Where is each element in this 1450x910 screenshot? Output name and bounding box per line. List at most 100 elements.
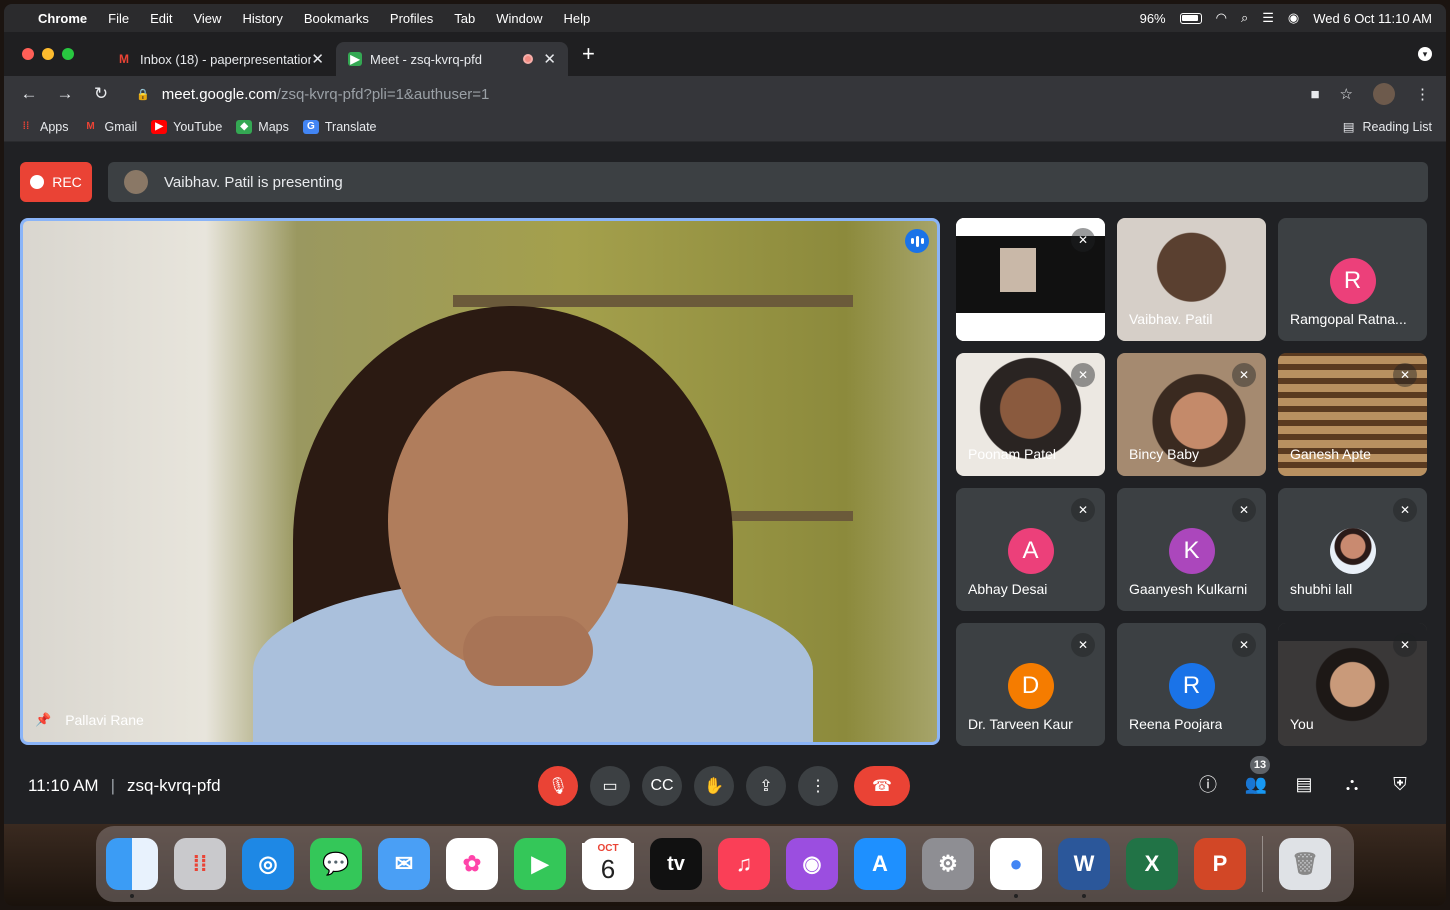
menu-window[interactable]: Window [496, 11, 542, 26]
address-bar-row: ← → ↻ 🔒 meet.google.com /zsq-kvrq-pfd?pl… [4, 76, 1446, 112]
host-controls-icon[interactable]: ⛨ [1388, 772, 1412, 796]
apps-grid-icon: ⁞⁞ [22, 121, 30, 132]
side-panel-controls: ⓘ 👥 13 ▤ ⛬ ⛨ [1196, 756, 1412, 796]
menu-history[interactable]: History [242, 11, 282, 26]
excel-icon[interactable]: X [1126, 838, 1178, 890]
photos-icon[interactable]: ✿ [446, 838, 498, 890]
powerpoint-icon[interactable]: P [1194, 838, 1246, 890]
participant-tile[interactable]: ✕ K Gaanyesh Kulkarni [1117, 488, 1266, 611]
siri-icon[interactable]: ◉ [1288, 10, 1299, 26]
lock-icon[interactable]: 🔒 [136, 88, 150, 101]
raise-hand-button[interactable]: ✋ [694, 766, 734, 806]
participant-tile[interactable]: ✕ Poonam Patel [956, 353, 1105, 476]
presenting-banner[interactable]: Vaibhav. Patil is presenting [108, 162, 1428, 202]
more-options-button[interactable]: ⋮ [798, 766, 838, 806]
tab-search-icon[interactable]: ▾ [1418, 47, 1432, 61]
chat-icon[interactable]: ▤ [1292, 772, 1316, 796]
tab-meet[interactable]: ▶ Meet - zsq-kvrq-pfd ✕ [336, 42, 568, 76]
bookmark-star-icon[interactable]: ☆ [1340, 85, 1353, 103]
facetime-icon[interactable]: ▶ [514, 838, 566, 890]
pin-icon[interactable]: 📌 [35, 712, 51, 728]
main-speaker-tile[interactable]: 📌 Pallavi Rane [20, 218, 940, 745]
participant-tile[interactable]: ✕ A Abhay Desai [956, 488, 1105, 611]
menu-app-name[interactable]: Chrome [38, 11, 87, 26]
menu-bookmarks[interactable]: Bookmarks [304, 11, 369, 26]
captions-button[interactable]: CC [642, 766, 682, 806]
back-arrow-icon[interactable]: ← [18, 84, 40, 104]
menubar-datetime[interactable]: Wed 6 Oct 11:10 AM [1313, 11, 1432, 26]
trash-icon[interactable]: 🗑 [1279, 838, 1331, 890]
participant-name: Ramgopal Ratna... [1290, 311, 1407, 327]
system-preferences-icon[interactable]: ⚙ [922, 838, 974, 890]
forward-arrow-icon[interactable]: → [54, 84, 76, 104]
finder-icon[interactable] [106, 838, 158, 898]
recording-button[interactable]: REC [20, 162, 92, 202]
menu-profiles[interactable]: Profiles [390, 11, 433, 26]
camera-button[interactable]: ▭ [590, 766, 630, 806]
menu-tab[interactable]: Tab [454, 11, 475, 26]
podcasts-icon[interactable]: ◉ [786, 838, 838, 890]
reload-icon[interactable]: ↻ [90, 84, 112, 104]
participant-tile[interactable]: ✕ shubhi lall [1278, 488, 1427, 611]
zoom-window-button[interactable] [62, 48, 74, 60]
meeting-details-icon[interactable]: ⓘ [1196, 772, 1220, 796]
menu-view[interactable]: View [193, 11, 221, 26]
tab-gmail[interactable]: M Inbox (18) - paperpresentation ✕ [104, 42, 336, 76]
muted-mic-icon: ✕ [1071, 633, 1095, 657]
participant-name: Ganesh Apte [1290, 446, 1371, 462]
profile-avatar[interactable] [1373, 83, 1395, 105]
present-button[interactable]: ⇪ [746, 766, 786, 806]
menu-help[interactable]: Help [564, 11, 591, 26]
camera-in-use-icon[interactable]: ■ [1310, 86, 1319, 103]
bookmark-translate[interactable]: G Translate [302, 119, 377, 134]
menu-file[interactable]: File [108, 11, 129, 26]
bookmark-label: Translate [324, 119, 377, 134]
close-tab-icon[interactable]: ✕ [311, 50, 324, 68]
screen: Chrome File Edit View History Bookmarks … [4, 4, 1446, 906]
calendar-icon[interactable]: OCT 6 [582, 838, 634, 890]
participant-tile[interactable]: ✕ R Reena Poojara [1117, 623, 1266, 746]
participant-tile[interactable]: ✕ Vaibhav. P... (Presentati... [956, 218, 1105, 341]
people-icon[interactable]: 👥 13 [1244, 756, 1270, 796]
browser-menu-icon[interactable]: ⋮ [1415, 85, 1430, 103]
avatar: R [1329, 258, 1376, 304]
call-controls: 🎙 ▭ CC ✋ ⇪ ⋮ ☎ [538, 766, 910, 806]
activities-icon[interactable]: ⛬ [1340, 772, 1364, 796]
participant-tile[interactable]: Vaibhav. Patil [1117, 218, 1266, 341]
participant-tile[interactable]: ✕ D Dr. Tarveen Kaur [956, 623, 1105, 746]
calendar-month: OCT [582, 843, 634, 854]
close-tab-icon[interactable]: ✕ [543, 50, 556, 68]
app-store-icon[interactable]: A [854, 838, 906, 890]
bookmark-youtube[interactable]: ▶ YouTube [151, 119, 222, 134]
participant-tile[interactable]: ✕ You [1278, 623, 1427, 746]
wifi-icon[interactable]: ◠ [1216, 10, 1227, 26]
reading-list-button[interactable]: ▤ Reading List [1343, 119, 1432, 135]
apple-tv-icon[interactable]: tv [650, 838, 702, 890]
safari-icon[interactable]: ◎ [242, 838, 294, 890]
close-window-button[interactable] [22, 48, 34, 60]
end-call-button[interactable]: ☎ [854, 766, 910, 806]
control-center-icon[interactable]: ☰ [1262, 10, 1274, 26]
word-icon[interactable]: W [1058, 838, 1110, 898]
chrome-icon[interactable]: ● [990, 838, 1042, 898]
spotlight-search-icon[interactable]: ⌕ [1241, 10, 1248, 26]
participant-name: shubhi lall [1290, 581, 1353, 597]
menu-edit[interactable]: Edit [150, 11, 172, 26]
launchpad-icon[interactable]: ⁞⁞ [174, 838, 226, 890]
muted-mic-icon: ✕ [1232, 498, 1256, 522]
music-icon[interactable]: ♫ [718, 838, 770, 890]
participant-tile[interactable]: ✕ Bincy Baby [1117, 353, 1266, 476]
participant-tile[interactable]: ✕ Ganesh Apte [1278, 353, 1427, 476]
minimize-window-button[interactable] [42, 48, 54, 60]
bookmark-maps[interactable]: ◆ Maps [236, 119, 289, 134]
muted-mic-icon: ✕ [1393, 363, 1417, 387]
messages-icon[interactable]: 💬 [310, 838, 362, 890]
bookmark-apps[interactable]: ⁞⁞ Apps [18, 120, 69, 134]
mic-off-button[interactable]: 🎙 [538, 766, 578, 806]
participant-tile[interactable]: R Ramgopal Ratna... [1278, 218, 1427, 341]
battery-icon[interactable] [1179, 12, 1202, 24]
bookmark-gmail[interactable]: M Gmail [83, 120, 137, 134]
new-tab-button[interactable]: + [582, 41, 595, 67]
mail-icon[interactable]: ✉ [378, 838, 430, 890]
url-field[interactable]: 🔒 meet.google.com /zsq-kvrq-pfd?pli=1&au… [136, 86, 489, 103]
